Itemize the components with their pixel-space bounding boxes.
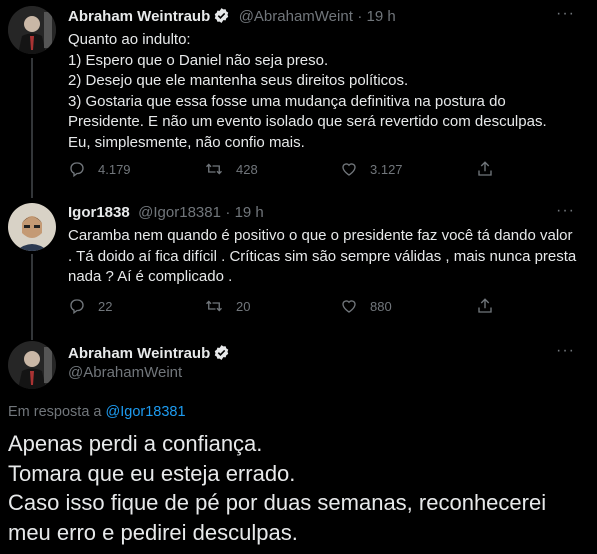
tweet-text: Quanto ao indulto: 1) Espero que o Danie…	[68, 31, 547, 151]
reply-prefix: Em resposta a	[8, 404, 102, 420]
verified-badge-icon	[213, 7, 230, 29]
retweet-button[interactable]: 428	[204, 160, 258, 178]
display-name[interactable]: Abraham Weintraub	[68, 345, 210, 362]
more-options-icon[interactable]: ···	[556, 5, 575, 23]
reply-count: 4.179	[98, 161, 131, 177]
like-button[interactable]: 3.127	[340, 160, 403, 178]
main-tweet-text: Apenas perdi a confiança. Tomara que eu …	[8, 431, 547, 545]
like-icon	[342, 300, 356, 313]
display-name[interactable]: Igor1838	[68, 204, 130, 221]
retweet-count: 428	[236, 161, 258, 177]
reply-count: 22	[98, 298, 113, 314]
reply-icon	[70, 162, 84, 178]
share-icon	[478, 298, 492, 313]
like-button[interactable]: 880	[340, 297, 392, 315]
verified-badge-icon	[213, 344, 230, 366]
handle[interactable]: @Igor18381	[138, 204, 221, 221]
retweet-button[interactable]: 20	[204, 297, 250, 315]
reply-button[interactable]: 4.179	[68, 160, 131, 178]
handle[interactable]: @AbrahamWeint	[239, 8, 353, 25]
share-button[interactable]	[476, 297, 506, 315]
reply-context: Em resposta a @Igor18381	[8, 404, 186, 420]
tweet-text: Caramba nem quando é positivo o que o pr…	[68, 227, 577, 285]
timestamp[interactable]: · 19 h	[357, 8, 395, 25]
retweet-icon	[206, 163, 222, 175]
more-options-icon[interactable]: ···	[556, 342, 575, 360]
avatar[interactable]	[8, 341, 56, 389]
display-name[interactable]: Abraham Weintraub	[68, 8, 210, 25]
avatar[interactable]	[8, 203, 56, 251]
like-count: 3.127	[370, 161, 403, 177]
reply-to-link[interactable]: @Igor18381	[106, 404, 186, 420]
thread-line	[31, 58, 33, 198]
reply-button[interactable]: 22	[68, 297, 112, 315]
retweet-icon	[206, 300, 222, 312]
more-options-icon[interactable]: ···	[556, 202, 575, 220]
avatar[interactable]	[8, 6, 56, 54]
retweet-count: 20	[236, 298, 251, 314]
share-icon	[478, 161, 492, 176]
like-icon	[342, 163, 356, 176]
timestamp[interactable]: · 19 h	[225, 204, 263, 221]
like-count: 880	[370, 298, 392, 314]
tweet-header: Abraham Weintraub	[68, 344, 230, 366]
share-button[interactable]	[476, 160, 506, 178]
thread-line	[31, 254, 33, 340]
tweet-header: Abraham Weintraub @AbrahamWeint · 19 h	[68, 7, 396, 29]
tweet-header: Igor1838 @Igor18381 · 19 h	[68, 204, 264, 222]
reply-icon	[70, 299, 84, 315]
handle[interactable]: @AbrahamWeint	[68, 364, 182, 381]
